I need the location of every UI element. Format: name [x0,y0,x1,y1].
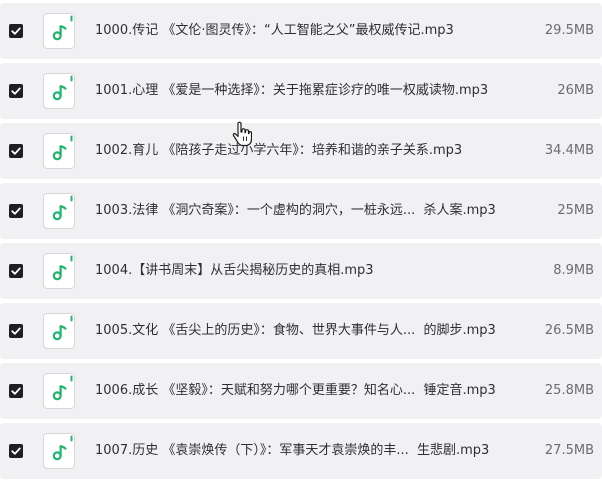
file-size: 34.4MB [544,143,594,158]
file-size: 26.5MB [544,323,594,338]
file-row[interactable]: 1007.历史 《袁崇焕传（下）》：军事天才袁崇焕的丰... 生悲剧.mp3 27… [0,423,602,479]
file-row[interactable]: 1000.传记 《文伦·图灵传》：“人工智能之父”最权威传记.mp3 29.5MB [0,3,602,59]
file-size: 25.8MB [544,383,594,398]
file-name: 1003.法律 《洞穴奇案》：一个虚构的洞穴，一桩永远... 杀人案.mp3 [95,203,496,218]
file-size: 29.5MB [544,23,594,38]
file-list: 1000.传记 《文伦·图灵传》：“人工智能之父”最权威传记.mp3 29.5MB… [0,0,602,482]
file-name: 1002.育儿 《陪孩子走过小学六年》：培养和谐的亲子关系.mp3 [95,143,463,158]
audio-file-icon [43,193,75,229]
file-size: 26MB [557,83,594,98]
audio-file-icon [43,433,75,469]
file-size: 25MB [557,203,594,218]
audio-file-icon [43,253,75,289]
audio-file-icon [43,73,75,109]
file-row[interactable]: 1004.【讲书周末】从舌尖揭秘历史的真相.mp3 8.9MB [0,243,602,299]
file-size: 8.9MB [553,263,594,278]
audio-file-icon [43,133,75,169]
file-size: 27.5MB [544,443,594,458]
file-row[interactable]: 1001.心理 《爱是一种选择》：关于拖累症诊疗的唯一权威读物.mp3 26MB [0,63,602,119]
file-row[interactable]: 1002.育儿 《陪孩子走过小学六年》：培养和谐的亲子关系.mp3 34.4MB [0,123,602,179]
file-name: 1004.【讲书周末】从舌尖揭秘历史的真相.mp3 [95,263,374,278]
checkbox-checked-icon[interactable] [9,84,23,98]
checkbox-checked-icon[interactable] [9,204,23,218]
file-row[interactable]: 1005.文化 《舌尖上的历史》：食物、世界大事件与人... 的脚步.mp3 26… [0,303,602,359]
hand-pointer-cursor-icon [232,121,253,147]
file-name: 1005.文化 《舌尖上的历史》：食物、世界大事件与人... 的脚步.mp3 [95,323,496,338]
audio-file-icon [43,13,75,49]
checkbox-checked-icon[interactable] [9,324,23,338]
checkbox-checked-icon[interactable] [9,264,23,278]
file-name: 1006.成长 《坚毅》：天赋和努力哪个更重要？知名心... 锤定音.mp3 [95,383,496,398]
file-name: 1000.传记 《文伦·图灵传》：“人工智能之父”最权威传记.mp3 [95,23,454,38]
checkbox-checked-icon[interactable] [9,144,23,158]
file-row[interactable]: 1003.法律 《洞穴奇案》：一个虚构的洞穴，一桩永远... 杀人案.mp3 25… [0,183,602,239]
audio-file-icon [43,373,75,409]
file-row[interactable]: 1006.成长 《坚毅》：天赋和努力哪个更重要？知名心... 锤定音.mp3 25… [0,363,602,419]
checkbox-checked-icon[interactable] [9,24,23,38]
file-name: 1007.历史 《袁崇焕传（下）》：军事天才袁崇焕的丰... 生悲剧.mp3 [95,443,490,458]
checkbox-checked-icon[interactable] [9,444,23,458]
checkbox-checked-icon[interactable] [9,384,23,398]
file-name: 1001.心理 《爱是一种选择》：关于拖累症诊疗的唯一权威读物.mp3 [95,83,489,98]
audio-file-icon [43,313,75,349]
